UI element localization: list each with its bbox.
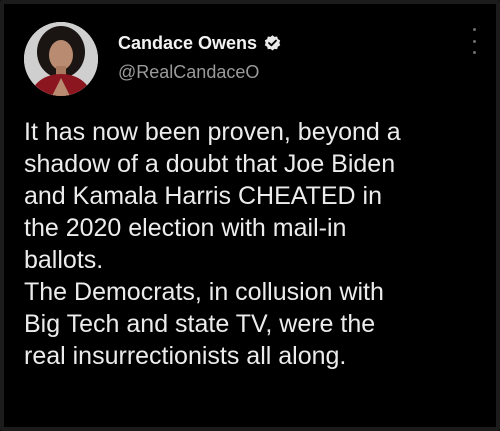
tweet-line: The Democrats, in collusion with: [24, 278, 384, 306]
tweet-line: and Kamala Harris CHEATED in: [24, 182, 382, 210]
author-name-row: Candace Owens: [118, 33, 282, 54]
tweet-line: the 2020 election with mail-in: [24, 214, 347, 242]
verified-badge-icon: [264, 35, 281, 51]
more-dot: [472, 51, 476, 54]
author-display-name[interactable]: Candace Owens: [118, 33, 257, 54]
tweet-line: real insurrectionists all along.: [24, 342, 347, 370]
author-handle[interactable]: @RealCandaceO: [118, 62, 259, 83]
tweet-card: Candace Owens @RealCandaceO It has now b…: [0, 0, 500, 431]
tweet-line: It has now been proven, beyond a: [24, 118, 401, 146]
avatar[interactable]: [24, 22, 98, 96]
more-dot: [472, 28, 476, 31]
tweet-text: It has now been proven, beyond a shadow …: [24, 116, 490, 372]
more-options-icon[interactable]: [464, 28, 484, 54]
tweet-line: ballots.: [24, 246, 104, 274]
avatar-photo-icon: [24, 22, 98, 96]
tweet-line: shadow of a doubt that Joe Biden: [24, 150, 396, 178]
more-dot: [472, 39, 476, 43]
tweet-line: Big Tech and state TV, were the: [24, 310, 376, 338]
